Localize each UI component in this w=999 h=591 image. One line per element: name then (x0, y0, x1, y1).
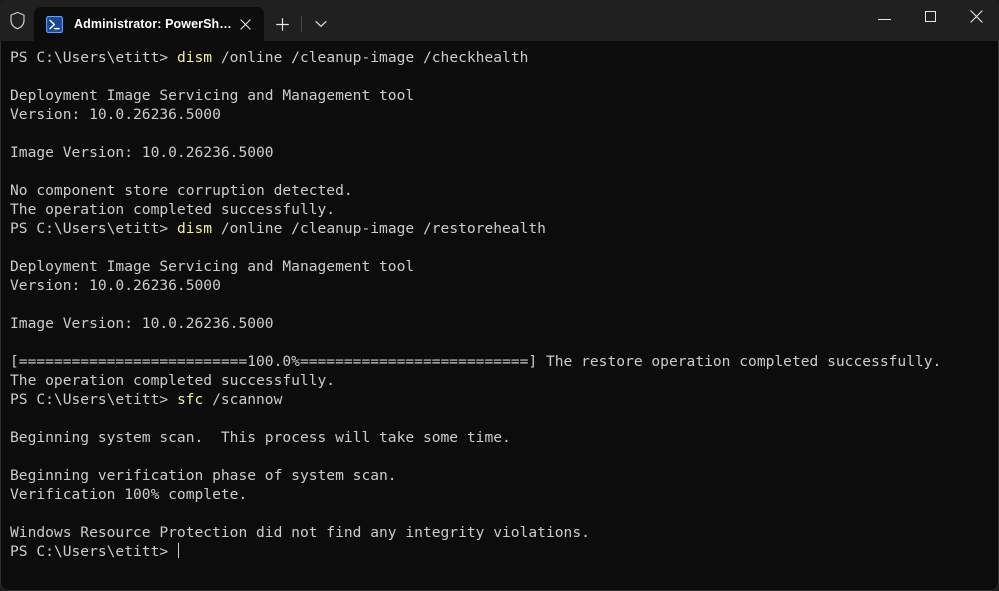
terminal-output-line: No component store corruption detected. (10, 181, 998, 200)
window-controls (861, 0, 999, 41)
terminal-output-text: Deployment Image Servicing and Managemen… (10, 258, 415, 275)
terminal-prompt: PS C:\Users\etitt> (10, 391, 177, 408)
text-cursor (177, 543, 180, 558)
admin-shield-icon (0, 0, 34, 41)
chevron-down-icon (315, 21, 327, 27)
terminal-output-text: Windows Resource Protection did not find… (10, 524, 590, 541)
terminal-output-line: The operation completed successfully. (10, 200, 998, 219)
terminal-command: dism (176, 49, 213, 66)
terminal-output-text: Beginning system scan. This process will… (10, 429, 511, 446)
terminal-pane[interactable]: PS C:\Users\etitt> dism /online /cleanup… (0, 41, 999, 591)
terminal-output-line: Beginning verification phase of system s… (10, 466, 998, 485)
terminal-output-text: The operation completed successfully. (10, 201, 336, 218)
maximize-icon (924, 10, 936, 22)
terminal-output-text: Beginning verification phase of system s… (10, 467, 397, 484)
terminal-output-text: [==========================100.0%=======… (10, 353, 942, 370)
terminal-output-line: [==========================100.0%=======… (10, 352, 998, 371)
close-button[interactable] (953, 0, 999, 32)
terminal-prompt: PS C:\Users\etitt> (10, 543, 177, 560)
terminal-output-text: Deployment Image Servicing and Managemen… (10, 87, 415, 104)
terminal-command-line: PS C:\Users\etitt> dism /online /cleanup… (10, 48, 998, 67)
minimize-button[interactable] (861, 0, 907, 32)
tab-administrator-powershell[interactable]: Administrator: PowerShell (34, 7, 264, 41)
terminal-output-line: Version: 10.0.26236.5000 (10, 276, 998, 295)
terminal-output-line: Beginning system scan. This process will… (10, 428, 998, 447)
terminal-command: dism (176, 220, 213, 237)
terminal-output-text: Verification 100% complete. (10, 486, 248, 503)
terminal-command-line: PS C:\Users\etitt> sfc /scannow (10, 390, 998, 409)
terminal-output-text: No component store corruption detected. (10, 182, 353, 199)
close-icon (969, 9, 983, 23)
minimize-icon (877, 19, 891, 20)
terminal-output-text: Version: 10.0.26236.5000 (10, 106, 221, 123)
terminal-prompt: PS C:\Users\etitt> (10, 49, 177, 66)
terminal-command-line: PS C:\Users\etitt> dism /online /cleanup… (10, 219, 998, 238)
powershell-icon (46, 15, 63, 33)
terminal-active-prompt-line: PS C:\Users\etitt> (10, 542, 998, 561)
titlebar-drag-area (339, 0, 861, 41)
tab-toolbar-divider (301, 16, 302, 32)
tab-close-icon[interactable] (232, 11, 258, 37)
terminal-window: Administrator: PowerShell PS C:\Users\et… (0, 0, 999, 591)
terminal-output-line: The operation completed successfully. (10, 371, 998, 390)
terminal-output-line: Verification 100% complete. (10, 485, 998, 504)
terminal-output[interactable]: PS C:\Users\etitt> dism /online /cleanup… (1, 41, 998, 561)
tab-title: Administrator: PowerShell (74, 17, 232, 31)
tab-strip: Administrator: PowerShell (34, 0, 264, 41)
terminal-output-line: Image Version: 10.0.26236.5000 (10, 314, 998, 333)
terminal-output-line: Version: 10.0.26236.5000 (10, 105, 998, 124)
maximize-button[interactable] (907, 0, 953, 32)
terminal-command-args: /scannow (203, 391, 283, 408)
title-bar[interactable]: Administrator: PowerShell (0, 0, 999, 41)
terminal-output-text: Image Version: 10.0.26236.5000 (10, 144, 274, 161)
terminal-output-text: The operation completed successfully. (10, 372, 336, 389)
terminal-output-line: Deployment Image Servicing and Managemen… (10, 257, 998, 276)
terminal-command: sfc (176, 391, 204, 408)
terminal-output-text: Image Version: 10.0.26236.5000 (10, 315, 274, 332)
terminal-output-line: Image Version: 10.0.26236.5000 (10, 143, 998, 162)
plus-icon (275, 17, 289, 31)
new-tab-button[interactable] (264, 7, 300, 41)
terminal-output-text: Version: 10.0.26236.5000 (10, 277, 221, 294)
terminal-output-line: Deployment Image Servicing and Managemen… (10, 86, 998, 105)
terminal-prompt: PS C:\Users\etitt> (10, 220, 177, 237)
terminal-output-line: Windows Resource Protection did not find… (10, 523, 998, 542)
terminal-command-args: /online /cleanup-image /restorehealth (212, 220, 546, 237)
terminal-command-args: /online /cleanup-image /checkhealth (212, 49, 529, 66)
tab-dropdown-button[interactable] (303, 7, 339, 41)
